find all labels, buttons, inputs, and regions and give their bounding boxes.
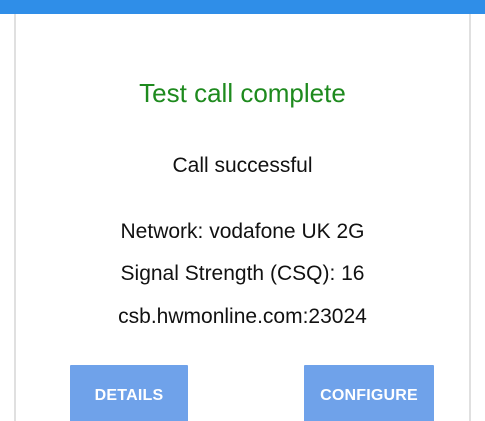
dialog-title: Test call complete bbox=[139, 78, 346, 108]
configure-button[interactable]: CONFIGURE bbox=[304, 365, 434, 421]
call-status-text: Call successful bbox=[172, 154, 313, 177]
server-address: csb.hwmonline.com:23024 bbox=[118, 305, 367, 328]
result-dialog: Test call complete Call successful Netwo… bbox=[14, 14, 471, 421]
top-app-bar bbox=[0, 0, 485, 14]
network-info: Network: vodafone UK 2G bbox=[120, 220, 365, 243]
signal-strength-info: Signal Strength (CSQ): 16 bbox=[120, 262, 365, 285]
test-call-screen: Test call complete Call successful Netwo… bbox=[0, 0, 485, 421]
details-button[interactable]: DETAILS bbox=[70, 365, 188, 421]
